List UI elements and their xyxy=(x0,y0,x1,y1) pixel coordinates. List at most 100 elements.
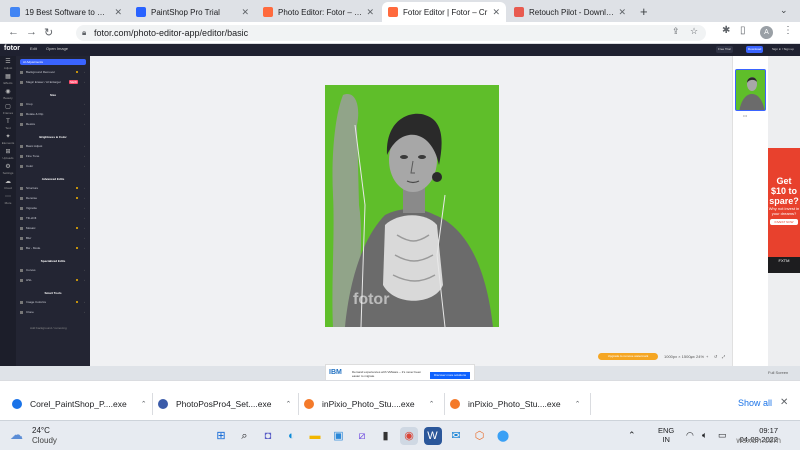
tab-close-icon[interactable]: ✕ xyxy=(618,7,626,18)
wifi-icon[interactable]: ◠ xyxy=(686,430,694,441)
rail-item[interactable]: ⚙ Settings xyxy=(0,163,16,177)
rail-item[interactable]: ⊞ Uploads xyxy=(0,148,16,162)
panel-tool-row[interactable]: Crop › xyxy=(20,101,86,107)
zoom-out-button[interactable]: – xyxy=(690,354,692,359)
download-menu-icon[interactable]: ⌃ xyxy=(429,400,435,408)
extensions-icon[interactable]: ✱ xyxy=(722,25,730,36)
more-menu-icon[interactable]: ⋮ xyxy=(783,25,793,36)
edge-icon[interactable]: ◐ xyxy=(283,427,301,445)
rail-item[interactable]: ⋯ More xyxy=(0,193,16,207)
rail-item[interactable]: ☰ Adjust xyxy=(0,58,16,72)
zoom-in-button[interactable]: + xyxy=(706,354,708,359)
bookmark-star-icon[interactable]: ☆ xyxy=(690,26,698,37)
fotor-logo[interactable]: fotor xyxy=(4,45,20,52)
upgrade-pill[interactable]: Upgrade to remove watermark xyxy=(598,353,658,360)
panel-tool-row[interactable]: Resize › xyxy=(20,121,86,127)
rail-item[interactable]: ☁ Cloud xyxy=(0,178,16,192)
ibm-ad-cta[interactable]: Discover more solutions xyxy=(430,372,470,379)
close-shelf-icon[interactable]: ✕ xyxy=(780,397,788,408)
download-menu-icon[interactable]: ⌃ xyxy=(141,400,147,408)
search-icon[interactable]: ⌕ xyxy=(236,427,254,445)
tab-close-icon[interactable]: ✕ xyxy=(114,7,122,18)
ad-cta-button[interactable]: INVEST NOW xyxy=(770,219,798,225)
tray-overflow-icon[interactable]: ⌃ xyxy=(628,430,636,441)
photos-icon[interactable]: ⧄ xyxy=(353,427,371,445)
rail-item[interactable]: ✦ Elements xyxy=(0,133,16,147)
panel-tool-row[interactable]: Basic Adjust › xyxy=(20,143,86,149)
free-trial-button[interactable]: Free Trial xyxy=(716,46,733,53)
cloudy-icon[interactable]: ☁ xyxy=(10,427,23,443)
panel-tool-row[interactable]: Blur › xyxy=(20,235,86,241)
sidebar-icon[interactable]: ▯ xyxy=(740,25,746,36)
forward-icon[interactable]: → xyxy=(26,26,37,38)
profile-avatar[interactable]: A xyxy=(760,26,773,39)
language-indicator[interactable]: ENG IN xyxy=(658,426,674,444)
layer-more-icon[interactable]: ••• xyxy=(743,113,747,118)
volume-icon[interactable]: 🔈︎ xyxy=(702,430,707,441)
address-bar[interactable]: 🔒︎ fotor.com/photo-editor-app/editor/bas… xyxy=(76,25,706,41)
panel-tool-row[interactable]: Bw - Mode › xyxy=(20,245,86,251)
browser-tab[interactable]: Photo Editor: Fotor – Free ✕ xyxy=(257,2,380,22)
tab-close-icon[interactable]: ✕ xyxy=(492,7,500,18)
panel-tool-row[interactable]: Curves › xyxy=(20,267,86,273)
fit-screen-icon[interactable]: ⤢ xyxy=(722,354,725,359)
panel-tool-row[interactable]: Magic Eraser / AI Enlarger › NEW xyxy=(20,79,86,85)
tab-search-icon[interactable]: ⌄ xyxy=(780,5,788,16)
rail-item[interactable]: ▦ Effects xyxy=(0,73,16,87)
rail-item[interactable]: ◉ Beauty xyxy=(0,88,16,102)
terminal-icon[interactable]: ▮ xyxy=(377,427,395,445)
edit-menu[interactable]: Edit xyxy=(30,46,37,51)
browser-tab[interactable]: 19 Best Software to Restore✕ xyxy=(4,2,128,22)
panel-tool-row[interactable]: Tilt-shift › xyxy=(20,215,86,221)
panel-tool-row[interactable]: Clone › xyxy=(20,309,86,315)
editor-canvas[interactable]: fotor Upgrade to remove watermark 1000px… xyxy=(90,56,732,366)
maps-icon[interactable]: ⬤ xyxy=(494,427,512,445)
panel-tool-row[interactable]: Image Colorize › xyxy=(20,299,86,305)
panel-footer[interactable]: Add background / removing xyxy=(30,326,67,330)
back-icon[interactable]: ← xyxy=(8,26,19,38)
reset-view-icon[interactable]: ↺ xyxy=(714,354,717,359)
panel-tool-row[interactable]: Denoise › xyxy=(20,195,86,201)
tab-close-icon[interactable]: ✕ xyxy=(241,7,249,18)
weather-temperature[interactable]: 24°C xyxy=(32,426,50,435)
edited-photo[interactable]: fotor xyxy=(325,85,499,327)
rail-item[interactable]: ▢ Frames xyxy=(0,103,16,117)
panel-tool-row[interactable]: Mosaic › xyxy=(20,225,86,231)
show-all-downloads-link[interactable]: Show all xyxy=(738,398,772,408)
file-explorer-icon[interactable]: ▬ xyxy=(306,427,324,445)
panel-tool-row[interactable]: HSL › xyxy=(20,277,86,283)
reload-icon[interactable]: ↻ xyxy=(44,26,53,39)
download-menu-icon[interactable]: ⌃ xyxy=(575,400,581,408)
store-icon[interactable]: ▣ xyxy=(330,427,348,445)
teams-icon[interactable]: ◘ xyxy=(259,427,277,445)
panel-tool-row[interactable]: Vignette › xyxy=(20,205,86,211)
panel-tool-row[interactable]: Color › xyxy=(20,163,86,169)
download-button[interactable]: Download xyxy=(746,46,764,53)
tab-close-icon[interactable]: ✕ xyxy=(366,7,374,18)
side-ad[interactable]: Get $10 to spare? Why not invest in your… xyxy=(768,148,800,273)
download-menu-icon[interactable]: ⌃ xyxy=(285,400,291,408)
browser-tab[interactable]: PaintShop Pro Trial ✕ xyxy=(130,2,255,22)
panel-tool-row[interactable]: Background Remover › xyxy=(20,69,86,75)
panel-tool-row[interactable]: Structure › xyxy=(20,185,86,191)
rail-item[interactable]: T Text xyxy=(0,118,16,132)
chrome-icon[interactable]: ◉ xyxy=(400,427,418,445)
layer-thumbnail[interactable] xyxy=(735,69,766,111)
windows-icon[interactable]: ⊞ xyxy=(212,427,230,445)
office-icon[interactable]: ⬡ xyxy=(471,427,489,445)
battery-icon[interactable]: ▭ xyxy=(718,430,727,441)
ai-adjust-search[interactable]: AI Adjustments xyxy=(20,59,86,65)
browser-tab[interactable]: Fotor Editor | Fotor – Cr ✕ xyxy=(382,2,506,22)
browser-tab[interactable]: Retouch Pilot - Download ✕ xyxy=(508,2,632,22)
word-icon[interactable]: W xyxy=(423,427,442,445)
zoom-level[interactable]: 24% xyxy=(696,354,704,359)
mail-icon[interactable]: ✉ xyxy=(447,427,465,445)
full-screen-button[interactable]: Full Screen xyxy=(768,370,788,375)
panel-tool-row[interactable]: Rotate & Flip › xyxy=(20,111,86,117)
share-icon[interactable]: ⇪ xyxy=(672,26,680,37)
panel-tool-row[interactable]: Fine Tune › xyxy=(20,153,86,159)
sign-in-button[interactable]: Sign in / Sign up xyxy=(770,46,796,53)
weather-condition[interactable]: Cloudy xyxy=(32,436,57,445)
open-image-button[interactable]: Open Image xyxy=(46,46,68,51)
new-tab-button[interactable]: + xyxy=(640,4,648,19)
